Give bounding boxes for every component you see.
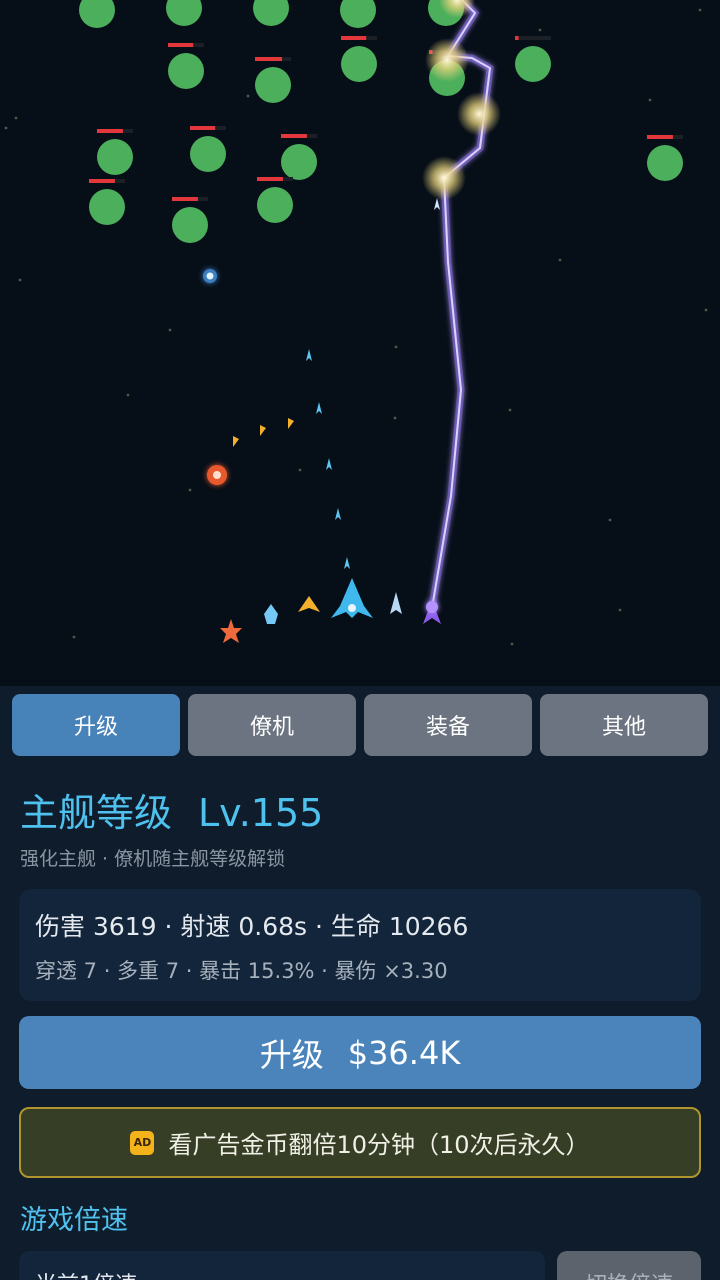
star-speck	[126, 393, 130, 397]
star-speck	[393, 416, 397, 420]
player-fleet	[220, 578, 441, 643]
tab-upgrade[interactable]: 升级	[12, 694, 180, 756]
ship-level-value: Lv.155	[198, 791, 324, 835]
star-speck	[4, 126, 8, 130]
star-speck	[246, 94, 250, 98]
tab-equipment[interactable]: 装备	[364, 694, 532, 756]
ship-level-subtitle: 强化主舰 · 僚机随主舰等级解锁	[20, 848, 286, 870]
star-speck	[538, 28, 542, 32]
enemy	[190, 126, 226, 172]
star-speck	[704, 308, 708, 312]
star-speck	[648, 98, 652, 102]
enemy	[647, 135, 683, 181]
tab-bar: 升级 僚机 装备 其他	[12, 694, 708, 756]
enemy	[79, 0, 115, 28]
watch-ad-label: 看广告金币翻倍10分钟（10次后永久）	[168, 1131, 590, 1159]
tab-wingmen[interactable]: 僚机	[188, 694, 356, 756]
enemy	[341, 36, 377, 82]
star-speck	[18, 278, 22, 282]
enemy	[89, 179, 125, 225]
star-speck	[168, 328, 172, 332]
star-speck	[14, 116, 18, 120]
game-speed-title: 游戏倍速	[20, 1205, 128, 1236]
stats-card: 伤害 3619 · 射速 0.68s · 生命 10266 穿透 7 · 多重 …	[19, 889, 701, 1001]
upgrade-button-label: 升级	[259, 1035, 324, 1074]
ad-icon: AD	[130, 1130, 155, 1155]
current-speed-display: 当前1倍速	[19, 1251, 545, 1280]
star-speck	[608, 518, 612, 522]
star-speck	[698, 8, 702, 12]
orbs	[203, 269, 227, 485]
enemy	[166, 0, 202, 26]
enemy	[253, 0, 289, 26]
stats-secondary: 穿透 7 · 多重 7 · 暴击 15.3% · 暴伤 ×3.30	[35, 959, 448, 983]
wingman-blue	[264, 604, 278, 624]
enemy-formation	[79, 0, 683, 243]
star-speck	[298, 468, 302, 472]
wingman-white	[390, 592, 402, 614]
enemy	[257, 177, 293, 223]
star-speck	[510, 642, 514, 646]
enemy	[255, 57, 291, 103]
current-speed-label: 当前1倍速	[35, 1267, 137, 1280]
enemy	[515, 36, 551, 82]
enemy	[172, 197, 208, 243]
ship-level-title: 主舰等级	[20, 791, 173, 835]
tab-other[interactable]: 其他	[540, 694, 708, 756]
player-bullets	[233, 198, 440, 569]
control-panel: 升级 僚机 装备 其他 主舰等级 Lv.155 强化主舰 · 僚机随主舰等级解锁 …	[0, 686, 720, 1280]
star-speck	[394, 345, 398, 349]
enemy	[168, 43, 204, 89]
enemy	[97, 129, 133, 175]
star-speck	[188, 488, 192, 492]
stats-primary: 伤害 3619 · 射速 0.68s · 生命 10266	[35, 912, 469, 941]
wingman-orange	[220, 619, 242, 643]
ship-level-heading: 主舰等级 Lv.155	[20, 782, 323, 837]
starfield	[4, 8, 708, 646]
watch-ad-button[interactable]: AD 看广告金币翻倍10分钟（10次后永久）	[19, 1107, 701, 1178]
enemy	[281, 134, 317, 180]
star-speck	[558, 258, 562, 262]
star-speck	[508, 408, 512, 412]
star-speck	[618, 608, 622, 612]
switch-speed-button[interactable]: 切换倍速	[557, 1251, 701, 1280]
battlefield[interactable]	[0, 0, 720, 686]
upgrade-price: $36.4K	[347, 1033, 461, 1072]
upgrade-button[interactable]: 升级 $36.4K	[19, 1016, 701, 1089]
wingman-yellow	[298, 596, 320, 612]
star-speck	[72, 635, 76, 639]
battlefield-canvas	[4, 0, 708, 646]
enemy	[340, 0, 376, 28]
